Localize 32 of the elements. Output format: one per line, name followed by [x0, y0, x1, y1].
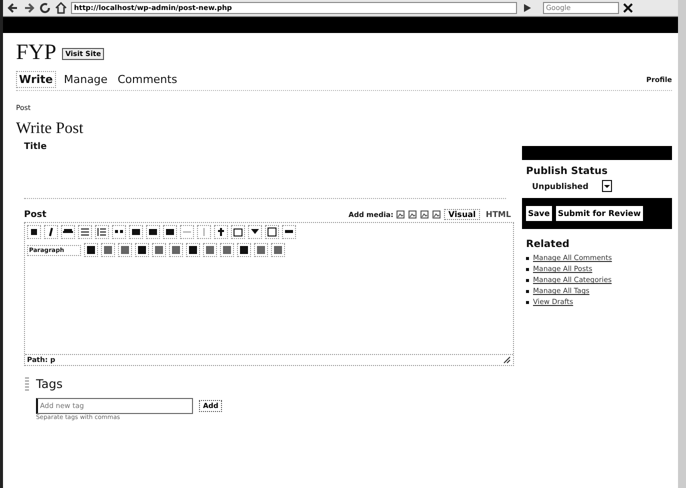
section-heading: Tags: [36, 377, 63, 391]
nav-tab[interactable]: Write: [16, 71, 56, 88]
page-title: Write Post: [16, 120, 84, 138]
bullet-icon: [526, 278, 529, 282]
action-button[interactable]: Submit for Review: [556, 206, 643, 221]
forward-icon[interactable]: [23, 2, 35, 14]
bullet-icon: [526, 290, 529, 292]
section-heading: Publish Status: [526, 166, 609, 177]
reload-icon[interactable]: [39, 2, 51, 14]
go-icon[interactable]: [521, 2, 533, 14]
section-heading: Related: [526, 239, 570, 250]
editor-tab[interactable]: Visual: [444, 209, 480, 220]
field-label: Title: [24, 142, 48, 152]
dropdown-icon[interactable]: [602, 180, 612, 192]
bullet-icon: [526, 300, 529, 304]
nav-tab[interactable]: Manage: [62, 72, 110, 87]
home-icon[interactable]: [55, 2, 67, 14]
editor-tab[interactable]: HTML: [482, 210, 514, 219]
status-label: Unpublished: [532, 182, 588, 190]
numbered-list-icon[interactable]: [95, 225, 109, 239]
site-title: FYP: [16, 39, 56, 65]
bullet-icon: [526, 268, 529, 270]
close-icon[interactable]: [623, 3, 633, 13]
bullet-list-icon[interactable]: [78, 225, 92, 239]
image-icon[interactable]: [396, 210, 406, 219]
nav-tab[interactable]: Comments: [116, 72, 180, 87]
bullet-icon: [526, 256, 529, 260]
back-icon[interactable]: [7, 2, 19, 14]
drag-handle-icon[interactable]: [24, 376, 30, 392]
field-label: Post: [24, 210, 46, 220]
resize-handle-icon[interactable]: [503, 356, 511, 364]
action-button[interactable]: Save: [526, 206, 552, 221]
